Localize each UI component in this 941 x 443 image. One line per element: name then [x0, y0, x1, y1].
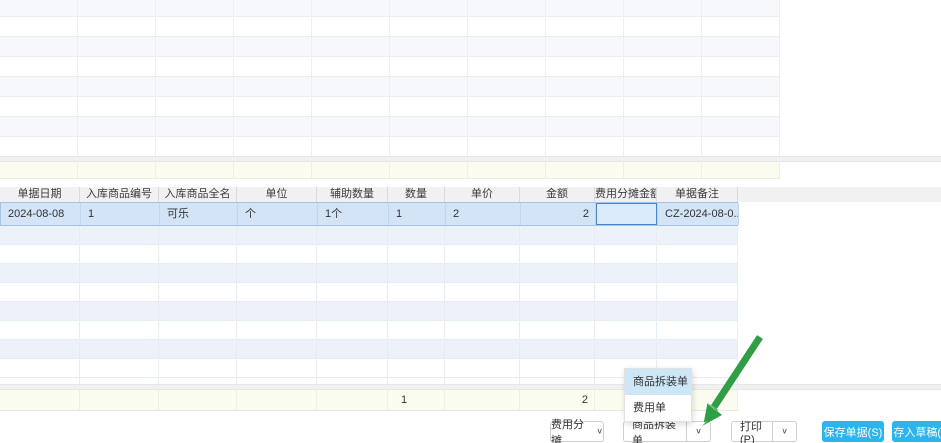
table-row[interactable]	[0, 264, 738, 283]
split-order-menu: 商品拆装单 费用单	[624, 368, 692, 422]
split-order-button[interactable]: 商品拆装单	[624, 422, 686, 441]
cell-amount[interactable]: 2	[521, 203, 596, 225]
cell-item-name[interactable]: 可乐	[160, 203, 238, 225]
summary-qty-total: 1	[388, 390, 445, 410]
cell-unit[interactable]: 个	[238, 203, 318, 225]
upper-table-row[interactable]	[0, 117, 780, 137]
column-header-remark[interactable]: 单据备注	[657, 187, 738, 202]
upper-table	[0, 0, 780, 157]
cell-aux-qty[interactable]: 1个	[318, 203, 389, 225]
column-header-fee-allocation[interactable]: 费用分摊金额	[595, 187, 657, 202]
upper-table-row[interactable]	[0, 137, 780, 157]
upper-table-row[interactable]	[0, 0, 780, 17]
column-header-amount[interactable]: 金额	[520, 187, 595, 202]
chevron-down-icon: ∨	[695, 427, 702, 437]
upper-summary-row	[0, 162, 780, 179]
cell-fee-allocation-focused[interactable]	[596, 203, 658, 225]
table-row[interactable]	[0, 321, 738, 340]
menu-item-split-order[interactable]: 商品拆装单	[625, 369, 691, 395]
table-row[interactable]	[0, 340, 738, 359]
column-header-unit[interactable]: 单位	[237, 187, 317, 202]
menu-item-fee-bill[interactable]: 费用单	[625, 395, 691, 421]
print-split-button: 打印(P) ∨	[731, 421, 797, 442]
cell-qty[interactable]: 1	[389, 203, 446, 225]
stock-in-form-screen: 单据日期 入库商品编号 入库商品全名 单位 辅助数量 数量 单价 金额 费用分摊…	[0, 0, 941, 443]
print-dropdown-button[interactable]: ∨	[772, 422, 796, 441]
save-button[interactable]: 保存单据(S)	[822, 421, 884, 442]
save-draft-button[interactable]: 存入草稿(D)	[892, 421, 941, 442]
upper-table-row[interactable]	[0, 77, 780, 97]
column-header-qty[interactable]: 数量	[388, 187, 445, 202]
column-header-unit-price[interactable]: 单价	[445, 187, 520, 202]
cell-bill-date[interactable]: 2024-08-08	[1, 203, 81, 225]
column-header-item-name[interactable]: 入库商品全名	[159, 187, 237, 202]
cell-unit-price[interactable]: 2	[446, 203, 521, 225]
detail-empty-rows	[0, 226, 738, 384]
table-row[interactable]	[0, 302, 738, 321]
column-header-item-code[interactable]: 入库商品编号	[80, 187, 159, 202]
upper-table-row[interactable]	[0, 37, 780, 57]
split-order-split-button: 商品拆装单 ∨	[623, 421, 711, 442]
chevron-down-icon: ∨	[596, 427, 603, 437]
selected-data-row[interactable]: 2024-08-08 1 可乐 个 1个 1 2 2 CZ-2024-08-0.…	[0, 202, 941, 226]
table-row[interactable]	[0, 245, 738, 264]
upper-table-row[interactable]	[0, 97, 780, 117]
fee-allocation-button[interactable]: 费用分摊 ∨	[550, 421, 604, 442]
cell-item-code[interactable]: 1	[81, 203, 160, 225]
chevron-down-icon: ∨	[781, 427, 788, 437]
column-header-aux-qty[interactable]: 辅助数量	[317, 187, 388, 202]
split-order-dropdown-button[interactable]: ∨	[686, 422, 710, 441]
column-header-bill-date[interactable]: 单据日期	[0, 187, 80, 202]
upper-table-row[interactable]	[0, 17, 780, 37]
upper-table-row[interactable]	[0, 57, 780, 77]
detail-table-header: 单据日期 入库商品编号 入库商品全名 单位 辅助数量 数量 单价 金额 费用分摊…	[0, 187, 941, 202]
table-row[interactable]	[0, 226, 738, 245]
cell-remark[interactable]: CZ-2024-08-0...	[658, 203, 739, 225]
summary-amount-total: 2	[520, 390, 595, 410]
table-row[interactable]	[0, 283, 738, 302]
print-button[interactable]: 打印(P)	[732, 422, 772, 441]
detail-summary-row: 1 2	[0, 390, 941, 411]
